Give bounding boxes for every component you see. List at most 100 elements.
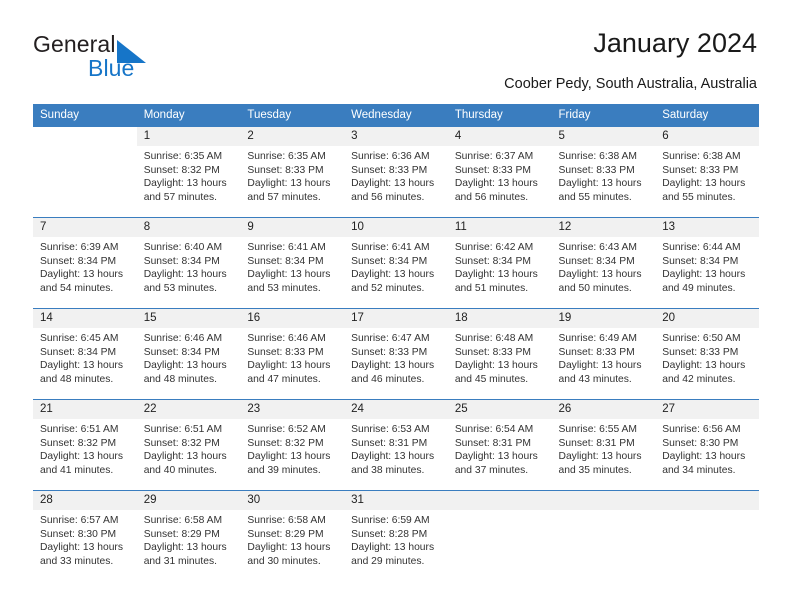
day-cell-inner: 8 Sunrise: 6:40 AM Sunset: 8:34 PM Daylight… xyxy=(136,218,241,308)
day-number: 9 xyxy=(240,218,345,237)
calendar-empty-cell xyxy=(655,490,759,581)
calendar-day-cell[interactable]: 24 Sunrise: 6:53 AM Sunset: 8:31 PM Dayligh… xyxy=(344,399,448,491)
daylight-text-line2: and 40 minutes. xyxy=(143,464,217,476)
sunset-text: Sunset: 8:33 PM xyxy=(558,346,635,358)
day-detail: Sunrise: 6:55 AM Sunset: 8:31 PM Daylight:… xyxy=(552,419,656,477)
sunset-text: Sunset: 8:33 PM xyxy=(454,346,531,358)
day-number: 7 xyxy=(33,218,137,237)
daylight-text-line2: and 54 minutes. xyxy=(40,282,114,294)
calendar-day-cell[interactable]: 4 Sunrise: 6:37 AM Sunset: 8:33 PM Daylight… xyxy=(447,127,552,218)
day-cell-inner: 21 Sunrise: 6:51 AM Sunset: 8:32 PM Dayligh… xyxy=(33,400,137,490)
daylight-text-line2: and 34 minutes. xyxy=(662,464,736,476)
calendar-day-cell[interactable]: 1 Sunrise: 6:35 AM Sunset: 8:32 PM Daylight… xyxy=(136,127,241,218)
day-number: 31 xyxy=(344,491,448,510)
calendar-day-cell[interactable]: 2 Sunrise: 6:35 AM Sunset: 8:33 PM Daylight… xyxy=(240,127,345,218)
daylight-text-line1: Daylight: 13 hours xyxy=(454,178,538,190)
calendar-day-cell[interactable]: 17 Sunrise: 6:47 AM Sunset: 8:33 PM Dayligh… xyxy=(344,308,448,400)
calendar-day-cell[interactable]: 13 Sunrise: 6:44 AM Sunset: 8:34 PM Dayligh… xyxy=(655,217,759,309)
daylight-text-line2: and 42 minutes. xyxy=(662,373,736,385)
day-cell-inner: 17 Sunrise: 6:47 AM Sunset: 8:33 PM Dayligh… xyxy=(344,309,448,399)
calendar-day-cell[interactable]: 12 Sunrise: 6:43 AM Sunset: 8:34 PM Dayligh… xyxy=(551,217,656,309)
calendar-day-cell[interactable]: 31 Sunrise: 6:59 AM Sunset: 8:28 PM Dayligh… xyxy=(344,490,448,581)
sunrise-text: Sunrise: 6:58 AM xyxy=(143,515,223,526)
calendar-day-cell[interactable]: 22 Sunrise: 6:51 AM Sunset: 8:32 PM Dayligh… xyxy=(136,399,241,491)
calendar-day-cell[interactable]: 19 Sunrise: 6:49 AM Sunset: 8:33 PM Dayligh… xyxy=(551,308,656,400)
day-cell-inner: 30 Sunrise: 6:58 AM Sunset: 8:29 PM Dayligh… xyxy=(240,491,345,581)
daylight-text-line2: and 48 minutes. xyxy=(40,373,114,385)
sunset-text: Sunset: 8:34 PM xyxy=(40,346,117,358)
calendar-day-cell[interactable]: 7 Sunrise: 6:39 AM Sunset: 8:34 PM Daylight… xyxy=(33,217,137,309)
day-detail: Sunrise: 6:38 AM Sunset: 8:33 PM Daylight:… xyxy=(655,146,759,204)
sunset-text: Sunset: 8:34 PM xyxy=(143,346,220,358)
day-detail: Sunrise: 6:50 AM Sunset: 8:33 PM Daylight:… xyxy=(655,328,759,386)
sunrise-text: Sunrise: 6:39 AM xyxy=(40,242,119,253)
daylight-text-line1: Daylight: 13 hours xyxy=(247,451,331,463)
calendar-day-cell[interactable]: 16 Sunrise: 6:46 AM Sunset: 8:33 PM Dayligh… xyxy=(240,308,345,400)
calendar-day-cell[interactable]: 8 Sunrise: 6:40 AM Sunset: 8:34 PM Daylight… xyxy=(136,217,241,309)
calendar-day-cell[interactable]: 25 Sunrise: 6:54 AM Sunset: 8:31 PM Dayligh… xyxy=(447,399,552,491)
sunset-text: Sunset: 8:28 PM xyxy=(351,528,428,540)
calendar-day-cell[interactable]: 9 Sunrise: 6:41 AM Sunset: 8:34 PM Daylight… xyxy=(240,217,345,309)
sunrise-text: Sunrise: 6:51 AM xyxy=(143,424,223,435)
sunset-text: Sunset: 8:33 PM xyxy=(351,164,428,176)
day-number xyxy=(655,491,759,510)
sunrise-text: Sunrise: 6:53 AM xyxy=(351,424,430,435)
sunset-text: Sunset: 8:34 PM xyxy=(40,255,117,267)
day-detail: Sunrise: 6:40 AM Sunset: 8:34 PM Daylight:… xyxy=(137,237,241,295)
calendar-day-cell[interactable]: 11 Sunrise: 6:42 AM Sunset: 8:34 PM Dayligh… xyxy=(447,217,552,309)
calendar-day-cell[interactable]: 21 Sunrise: 6:51 AM Sunset: 8:32 PM Dayligh… xyxy=(33,399,137,491)
daylight-text-line2: and 55 minutes. xyxy=(662,191,736,203)
sunrise-text: Sunrise: 6:59 AM xyxy=(351,515,430,526)
daylight-text-line2: and 56 minutes. xyxy=(351,191,425,203)
calendar-day-cell[interactable]: 18 Sunrise: 6:48 AM Sunset: 8:33 PM Dayligh… xyxy=(447,308,552,400)
day-detail: Sunrise: 6:56 AM Sunset: 8:30 PM Daylight:… xyxy=(655,419,759,477)
day-detail: Sunrise: 6:35 AM Sunset: 8:33 PM Daylight:… xyxy=(240,146,344,204)
weekday-header-wednesday: Wednesday xyxy=(344,104,448,127)
day-cell-inner: 24 Sunrise: 6:53 AM Sunset: 8:31 PM Dayligh… xyxy=(344,400,448,490)
sunset-text: Sunset: 8:29 PM xyxy=(247,528,324,540)
sunrise-text: Sunrise: 6:41 AM xyxy=(351,242,430,253)
day-cell-inner: 7 Sunrise: 6:39 AM Sunset: 8:34 PM Daylight… xyxy=(33,218,137,308)
day-detail: Sunrise: 6:54 AM Sunset: 8:31 PM Daylight:… xyxy=(448,419,552,477)
daylight-text-line1: Daylight: 13 hours xyxy=(143,269,227,281)
calendar-day-cell[interactable]: 30 Sunrise: 6:58 AM Sunset: 8:29 PM Dayligh… xyxy=(240,490,345,581)
sunrise-text: Sunrise: 6:55 AM xyxy=(558,424,637,435)
sunrise-text: Sunrise: 6:43 AM xyxy=(558,242,637,253)
day-cell-inner: 10 Sunrise: 6:41 AM Sunset: 8:34 PM Dayligh… xyxy=(344,218,448,308)
calendar-week-row: 1 Sunrise: 6:35 AM Sunset: 8:32 PM Daylight… xyxy=(33,127,759,218)
day-number xyxy=(551,491,656,510)
daylight-text-line2: and 38 minutes. xyxy=(351,464,425,476)
daylight-text-line2: and 49 minutes. xyxy=(662,282,736,294)
day-cell-inner: 27 Sunrise: 6:56 AM Sunset: 8:30 PM Dayligh… xyxy=(655,400,759,490)
day-cell-inner: 6 Sunrise: 6:38 AM Sunset: 8:33 PM Daylight… xyxy=(655,127,759,217)
calendar-day-cell[interactable]: 23 Sunrise: 6:52 AM Sunset: 8:32 PM Dayligh… xyxy=(240,399,345,491)
calendar-day-cell[interactable]: 3 Sunrise: 6:36 AM Sunset: 8:33 PM Daylight… xyxy=(344,127,448,218)
day-number: 6 xyxy=(655,127,759,146)
calendar-day-cell[interactable]: 27 Sunrise: 6:56 AM Sunset: 8:30 PM Dayligh… xyxy=(655,399,759,491)
calendar-day-cell[interactable]: 14 Sunrise: 6:45 AM Sunset: 8:34 PM Dayligh… xyxy=(33,308,137,400)
calendar-day-cell[interactable]: 15 Sunrise: 6:46 AM Sunset: 8:34 PM Dayligh… xyxy=(136,308,241,400)
day-detail: Sunrise: 6:38 AM Sunset: 8:33 PM Daylight:… xyxy=(552,146,656,204)
daylight-text-line2: and 56 minutes. xyxy=(454,191,529,203)
calendar-day-cell[interactable]: 26 Sunrise: 6:55 AM Sunset: 8:31 PM Dayligh… xyxy=(551,399,656,491)
calendar-day-cell[interactable]: 10 Sunrise: 6:41 AM Sunset: 8:34 PM Dayligh… xyxy=(344,217,448,309)
day-cell-inner: 1 Sunrise: 6:35 AM Sunset: 8:32 PM Daylight… xyxy=(136,127,241,217)
daylight-text-line1: Daylight: 13 hours xyxy=(247,269,331,281)
calendar-day-cell[interactable]: 6 Sunrise: 6:38 AM Sunset: 8:33 PM Daylight… xyxy=(655,127,759,218)
calendar-day-cell[interactable]: 20 Sunrise: 6:50 AM Sunset: 8:33 PM Dayligh… xyxy=(655,308,759,400)
calendar-day-cell[interactable]: 29 Sunrise: 6:58 AM Sunset: 8:29 PM Dayligh… xyxy=(136,490,241,581)
day-cell-inner: 13 Sunrise: 6:44 AM Sunset: 8:34 PM Dayligh… xyxy=(655,218,759,308)
general-blue-logo[interactable]: General Blue xyxy=(33,31,203,83)
day-detail: Sunrise: 6:39 AM Sunset: 8:34 PM Daylight:… xyxy=(33,237,137,295)
day-number: 18 xyxy=(447,309,552,328)
calendar-day-cell[interactable]: 5 Sunrise: 6:38 AM Sunset: 8:33 PM Daylight… xyxy=(551,127,656,218)
day-number: 2 xyxy=(240,127,345,146)
daylight-text-line1: Daylight: 13 hours xyxy=(662,269,746,281)
sunrise-text: Sunrise: 6:46 AM xyxy=(143,333,223,344)
day-number: 15 xyxy=(136,309,241,328)
day-detail: Sunrise: 6:58 AM Sunset: 8:29 PM Daylight:… xyxy=(137,510,241,568)
day-cell-inner: 16 Sunrise: 6:46 AM Sunset: 8:33 PM Dayligh… xyxy=(240,309,345,399)
day-number: 10 xyxy=(344,218,448,237)
daylight-text-line1: Daylight: 13 hours xyxy=(454,451,538,463)
calendar-day-cell[interactable]: 28 Sunrise: 6:57 AM Sunset: 8:30 PM Dayligh… xyxy=(33,490,137,581)
